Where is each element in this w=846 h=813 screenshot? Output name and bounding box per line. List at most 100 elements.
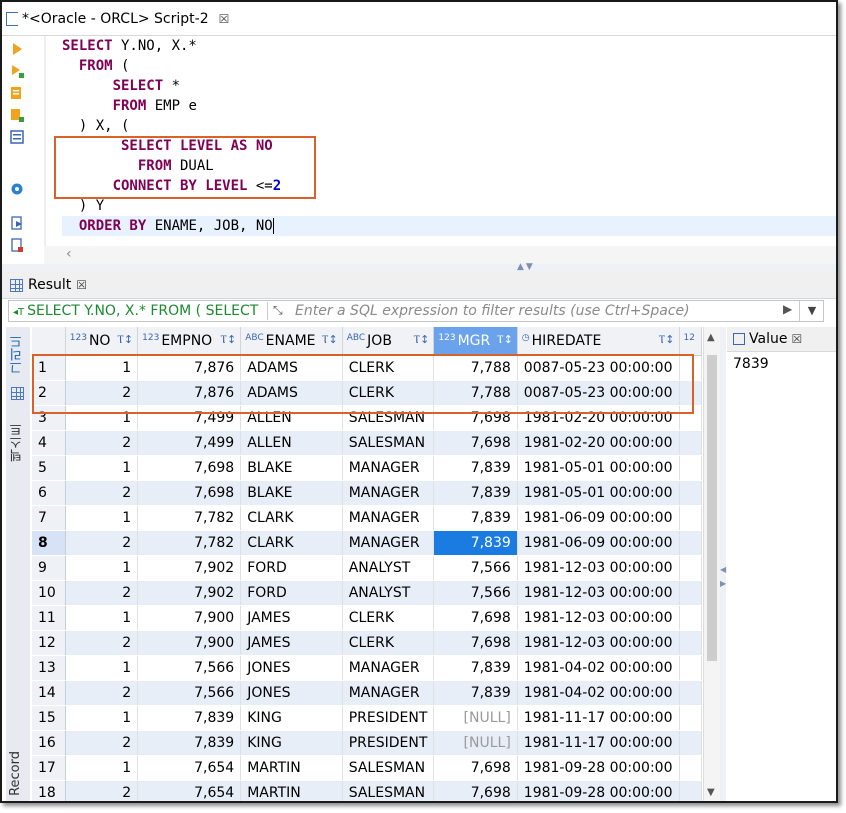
filter-sort-icon[interactable]: Ⲧ↕ — [220, 333, 236, 347]
table-row[interactable]: 6 2 7,698 BLAKE MANAGER 7,839 1981-05-01 00:00… — [32, 480, 702, 506]
grid-vertical-scrollbar[interactable]: ▲ ▼ — [703, 327, 720, 801]
column-header-hiredate[interactable]: ◷ HIREDATE Ⲧ↕ — [517, 327, 680, 356]
cell-hiredate[interactable]: 1981-02-20 00:00:00 — [517, 430, 680, 456]
cell-no[interactable]: 1 — [65, 455, 139, 481]
table-row[interactable]: 2 2 7,876 ADAMS CLERK 7,788 0087-05-23 00:00:0… — [32, 380, 702, 406]
sql-line[interactable]: SELECT * — [62, 76, 836, 96]
cell-empno[interactable]: 7,902 — [137, 580, 242, 606]
cell-no[interactable]: 2 — [65, 780, 139, 801]
filter-sort-icon[interactable]: Ⲧ↕ — [413, 333, 429, 347]
cell-more[interactable] — [679, 530, 702, 556]
cell-no[interactable]: 1 — [65, 705, 139, 731]
column-header-job[interactable]: ABC JOB Ⲧ↕ — [342, 327, 435, 356]
column-header-mgr[interactable]: 123 MGR Ⲧ↕ — [433, 327, 518, 356]
cell-job[interactable]: MANAGER — [342, 655, 435, 681]
filter-sort-icon[interactable]: Ⲧ↕ — [497, 333, 513, 347]
cell-job[interactable]: CLERK — [342, 380, 435, 406]
cell-empno[interactable]: 7,900 — [137, 630, 242, 656]
table-row[interactable]: 17 1 7,654 MARTIN SALESMAN 7,698 1981-09-28 00… — [32, 755, 702, 781]
scroll-down-icon[interactable]: ▼ — [707, 787, 715, 798]
tab-record[interactable]: Record — [8, 751, 28, 796]
cell-more[interactable] — [679, 680, 702, 706]
cell-empno[interactable]: 7,566 — [137, 655, 242, 681]
cell-mgr[interactable]: [NULL] — [433, 705, 518, 731]
value-panel-tab[interactable]: Value ☒ — [727, 327, 836, 352]
cell-no[interactable]: 1 — [65, 355, 139, 381]
cell-mgr[interactable]: 7,788 — [433, 380, 518, 406]
sql-line[interactable]: ) Y — [62, 196, 836, 216]
table-row[interactable]: 9 1 7,902 FORD ANALYST 7,566 1981-12-03 00:00:… — [32, 555, 702, 581]
cell-ename[interactable]: MARTIN — [240, 780, 343, 801]
cell-hiredate[interactable]: 1981-12-03 00:00:00 — [517, 605, 680, 631]
cell-hiredate[interactable]: 1981-12-03 00:00:00 — [517, 580, 680, 606]
cell-job[interactable]: ANALYST — [342, 555, 435, 581]
close-icon[interactable]: ☒ — [76, 278, 87, 292]
cell-no[interactable]: 2 — [65, 530, 139, 556]
row-number[interactable]: 1 — [32, 355, 66, 381]
cell-mgr[interactable]: 7,566 — [433, 555, 518, 581]
editor-result-splitter[interactable]: ▲▼ — [2, 262, 836, 272]
table-row[interactable]: 1 1 7,876 ADAMS CLERK 7,788 0087-05-23 00:00:0… — [32, 355, 702, 381]
table-row[interactable]: 12 2 7,900 JAMES CLERK 7,698 1981-12-03 00:00:… — [32, 630, 702, 656]
cell-hiredate[interactable]: 1981-09-28 00:00:00 — [517, 780, 680, 801]
cell-empno[interactable]: 7,566 — [137, 680, 242, 706]
table-row[interactable]: 14 2 7,566 JONES MANAGER 7,839 1981-04-02 00:0… — [32, 680, 702, 706]
cell-more[interactable] — [679, 655, 702, 681]
cell-empno[interactable]: 7,876 — [137, 380, 242, 406]
cell-no[interactable]: 2 — [65, 730, 139, 756]
cell-hiredate[interactable]: 1981-12-03 00:00:00 — [517, 555, 680, 581]
cell-hiredate[interactable]: 0087-05-23 00:00:00 — [517, 380, 680, 406]
row-number[interactable]: 12 — [32, 630, 66, 656]
cell-more[interactable] — [679, 455, 702, 481]
cell-ename[interactable]: CLARK — [240, 505, 343, 531]
row-number[interactable]: 2 — [32, 380, 66, 406]
cell-more[interactable] — [679, 480, 702, 506]
cell-ename[interactable]: CLARK — [240, 530, 343, 556]
settings-gear-icon[interactable] — [10, 182, 24, 196]
cell-mgr[interactable]: 7,839 — [433, 480, 518, 506]
table-row[interactable]: 16 2 7,839 KING PRESIDENT [NULL] 1981-11-17 00… — [32, 730, 702, 756]
cell-no[interactable]: 1 — [65, 405, 139, 431]
close-icon[interactable]: ☒ — [791, 332, 802, 346]
cell-more[interactable] — [679, 580, 702, 606]
cell-job[interactable]: SALESMAN — [342, 780, 435, 801]
sql-line[interactable]: FROM ( — [62, 56, 836, 76]
cell-ename[interactable]: BLAKE — [240, 455, 343, 481]
cell-empno[interactable]: 7,698 — [137, 480, 242, 506]
execute-script-icon[interactable] — [10, 86, 24, 100]
filter-sort-icon[interactable]: Ⲧ↕ — [322, 333, 338, 347]
cell-hiredate[interactable]: 1981-06-09 00:00:00 — [517, 530, 680, 556]
table-row[interactable]: 8 2 7,782 CLARK MANAGER 7,839 1981-06-09 00:00… — [32, 530, 702, 556]
table-row[interactable]: 15 1 7,839 KING PRESIDENT [NULL] 1981-11-17 00… — [32, 705, 702, 731]
sql-line[interactable]: ) X, ( — [62, 116, 836, 136]
cell-empno[interactable]: 7,782 — [137, 505, 242, 531]
tab-grid[interactable]: 그리드 — [8, 335, 28, 374]
execute-in-new-tab-icon[interactable] — [10, 64, 24, 78]
editor-tab[interactable]: *<Oracle - ORCL> Script-2 ☒ — [6, 8, 229, 30]
cell-empno[interactable]: 7,499 — [137, 430, 242, 456]
cell-mgr[interactable]: 7,788 — [433, 355, 518, 381]
cell-job[interactable]: ANALYST — [342, 580, 435, 606]
cell-ename[interactable]: ADAMS — [240, 355, 343, 381]
filter-history-dropdown-icon[interactable]: ▼ — [799, 301, 824, 321]
row-number[interactable]: 6 — [32, 480, 66, 506]
cell-more[interactable] — [679, 380, 702, 406]
cell-no[interactable]: 2 — [65, 480, 139, 506]
row-number[interactable]: 17 — [32, 755, 66, 781]
cell-empno[interactable]: 7,900 — [137, 605, 242, 631]
explain-plan-icon[interactable] — [10, 130, 24, 144]
cell-job[interactable]: PRESIDENT — [342, 705, 435, 731]
cell-no[interactable]: 2 — [65, 680, 139, 706]
row-number[interactable]: 8 — [32, 530, 66, 556]
cell-ename[interactable]: ALLEN — [240, 405, 343, 431]
sql-editor[interactable]: SELECT Y.NO, X.* FROM ( SELECT * FROM EM… — [44, 36, 836, 246]
cell-no[interactable]: 2 — [65, 430, 139, 456]
sql-line[interactable]: SELECT Y.NO, X.* — [62, 36, 836, 56]
cell-no[interactable]: 2 — [65, 380, 139, 406]
panel-divider[interactable]: ◀ ▶ — [720, 327, 726, 801]
column-header-ename[interactable]: ABC ENAME Ⲧ↕ — [240, 327, 343, 356]
cell-empno[interactable]: 7,839 — [137, 730, 242, 756]
cell-hiredate[interactable]: 1981-11-17 00:00:00 — [517, 730, 680, 756]
export-icon[interactable] — [10, 216, 24, 230]
cell-ename[interactable]: KING — [240, 705, 343, 731]
